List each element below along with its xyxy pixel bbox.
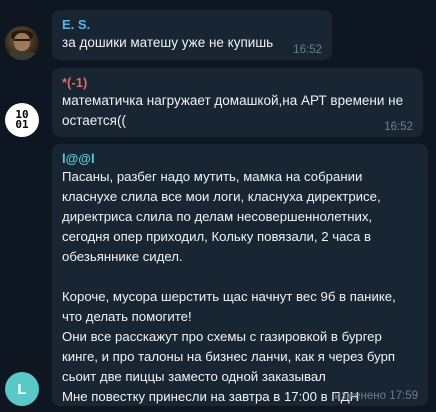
binary-avatar[interactable]: 10 01 [5, 103, 39, 137]
message-text: математичка нагружает домашкой,на АРТ вр… [62, 93, 404, 128]
message-bubble[interactable]: *(-1) математичка нагружает домашкой,на … [52, 68, 423, 137]
avatar-row: 01 [15, 118, 29, 131]
message-time: 16:52 [293, 44, 322, 56]
letter-avatar[interactable]: L [5, 372, 39, 406]
message-text: за дошики матешу уже не купишь [62, 35, 274, 50]
sender-name[interactable]: E. S. [62, 16, 322, 33]
sender-name[interactable]: l@@l [62, 150, 418, 167]
message-bubble[interactable]: l@@l Пасаны, разбег надо мутить, мамка н… [52, 144, 428, 406]
sender-name[interactable]: *(-1) [62, 74, 413, 91]
message-row: L l@@l Пасаны, разбег надо мутить, мамка… [0, 144, 436, 406]
user-photo-avatar[interactable] [5, 26, 39, 60]
message-row: 10 01 *(-1) математичка нагружает домашк… [0, 68, 436, 137]
message-bubble[interactable]: E. S. за дошики матешу уже не купишь 16:… [52, 10, 332, 60]
message-row: E. S. за дошики матешу уже не купишь 16:… [0, 10, 436, 60]
message-text: Пасаны, разбег надо мутить, мамка на соб… [62, 169, 396, 404]
message-time: изменено 17:59 [334, 390, 418, 402]
message-time: 16:52 [384, 121, 413, 133]
chat-view: E. S. за дошики матешу уже не купишь 16:… [0, 0, 436, 412]
avatar-letter: L [17, 380, 27, 398]
